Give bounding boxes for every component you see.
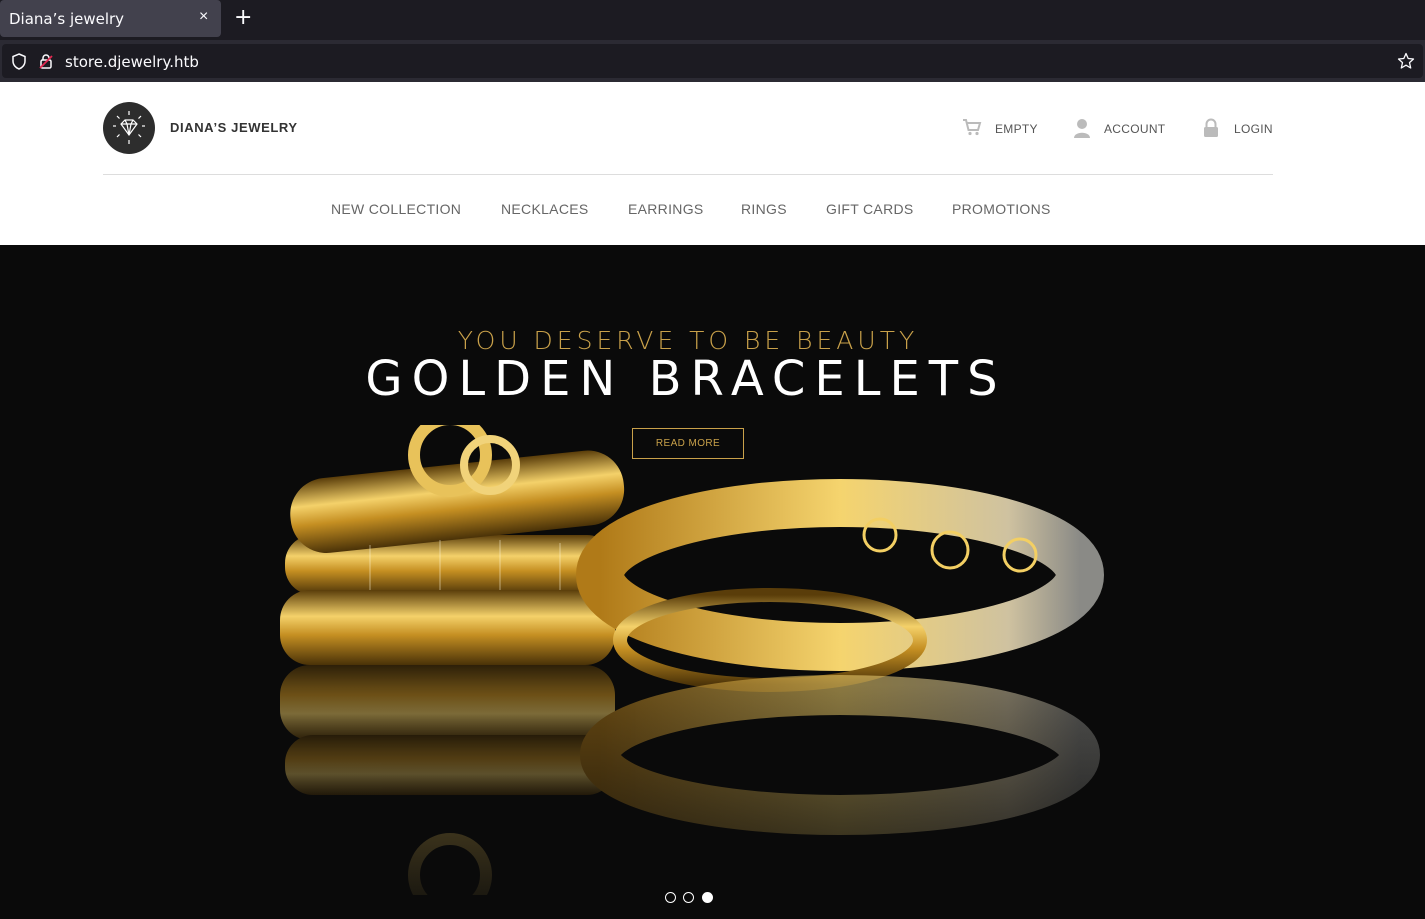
read-more-button[interactable]: READ MORE xyxy=(632,428,744,459)
slider-dot-2[interactable] xyxy=(683,892,695,904)
nav-promotions[interactable]: PROMOTIONS xyxy=(952,201,1051,217)
nav-earrings[interactable]: EARRINGS xyxy=(628,201,704,217)
tab-title: Diana’s jewelry xyxy=(9,10,125,28)
hero-slider: YOU DESERVE TO BE BEAUTY GOLDEN BRACELET… xyxy=(0,245,1425,919)
nav-new-collection[interactable]: NEW COLLECTION xyxy=(331,201,461,217)
login-link[interactable]: LOGIN xyxy=(1234,122,1273,136)
browser-tab-bar: Diana’s jewelry × + xyxy=(0,0,1425,40)
shield-icon[interactable] xyxy=(11,53,27,70)
account-icon[interactable] xyxy=(1073,118,1091,138)
cart-icon[interactable] xyxy=(962,118,982,136)
cart-link[interactable]: EMPTY xyxy=(995,122,1038,136)
insecure-lock-icon[interactable] xyxy=(38,53,54,70)
new-tab-button[interactable]: + xyxy=(234,5,252,30)
address-bar[interactable]: store.djewelry.htb xyxy=(2,44,1423,78)
slider-dot-3[interactable] xyxy=(701,892,713,904)
tab-close-icon[interactable]: × xyxy=(199,8,208,26)
browser-tab[interactable]: Diana’s jewelry × xyxy=(0,0,221,37)
site-header: DIANA’S JEWELRY EMPTY ACCOUNT LOGIN NEW … xyxy=(0,82,1425,245)
golden-bracelets-image xyxy=(270,425,1120,895)
url-text[interactable]: store.djewelry.htb xyxy=(65,53,199,71)
bookmark-star-icon[interactable] xyxy=(1397,52,1415,70)
header-divider xyxy=(103,174,1273,175)
browser-toolbar: store.djewelry.htb xyxy=(0,40,1425,82)
slider-dots xyxy=(665,889,716,907)
nav-rings[interactable]: RINGS xyxy=(741,201,787,217)
hero-title: GOLDEN BRACELETS xyxy=(365,351,1007,407)
logo-icon[interactable] xyxy=(103,102,155,154)
nav-gift-cards[interactable]: GIFT CARDS xyxy=(826,201,914,217)
nav-necklaces[interactable]: NECKLACES xyxy=(501,201,589,217)
slider-dot-1[interactable] xyxy=(665,892,676,904)
logo-text[interactable]: DIANA’S JEWELRY xyxy=(170,120,298,135)
lock-icon[interactable] xyxy=(1203,118,1219,138)
account-link[interactable]: ACCOUNT xyxy=(1104,122,1165,136)
